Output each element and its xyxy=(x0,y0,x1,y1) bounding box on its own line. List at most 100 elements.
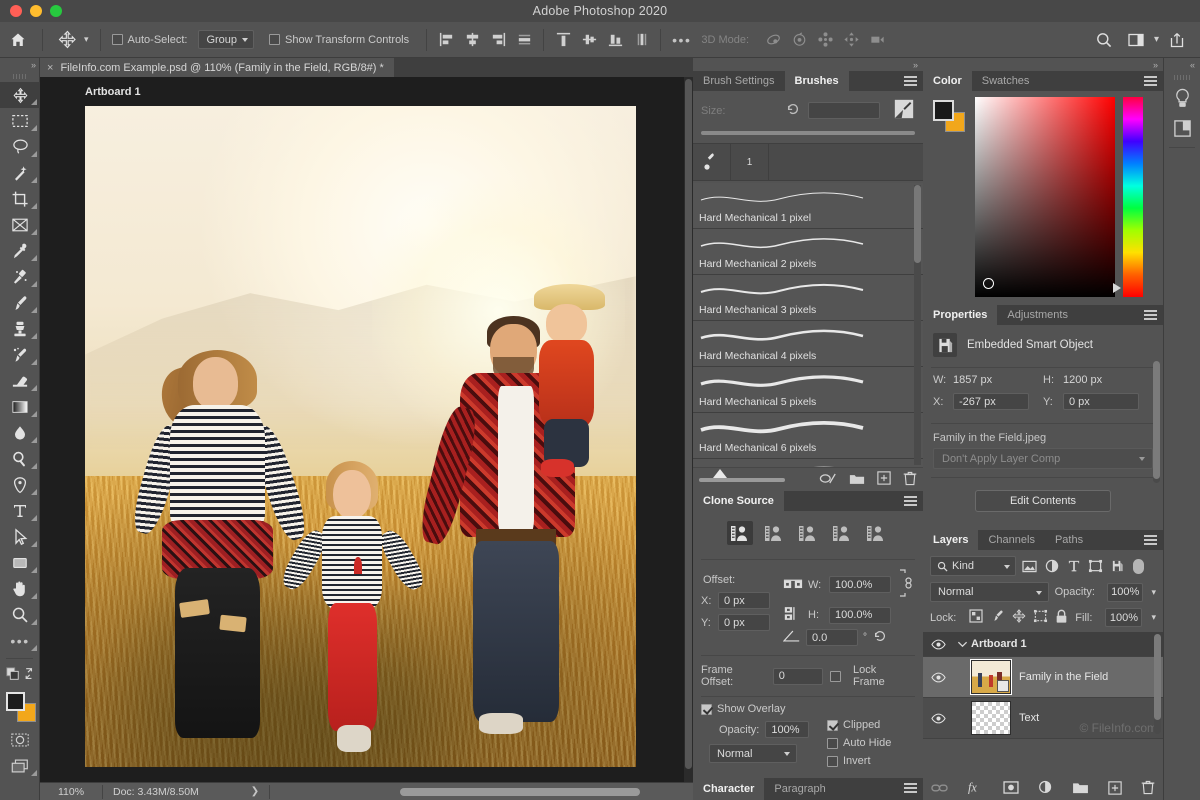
brush-size-input[interactable] xyxy=(808,102,880,119)
magic-wand-tool[interactable] xyxy=(0,160,40,186)
brush-list-scrollbar[interactable] xyxy=(914,185,921,465)
lock-artboard-nesting-icon[interactable] xyxy=(1033,609,1048,626)
flip-horizontal-icon[interactable] xyxy=(783,576,803,594)
search-button[interactable] xyxy=(1091,27,1117,53)
align-right-edges-button[interactable] xyxy=(485,27,511,53)
new-group-icon[interactable] xyxy=(1072,781,1089,797)
list-item[interactable]: Hard Mechanical 6 pixels xyxy=(693,413,923,459)
brush-presets-list[interactable]: Hard Mechanical 1 pixel Hard Mechanical … xyxy=(693,183,923,467)
auto-select-scope-dropdown[interactable]: Group xyxy=(198,30,254,49)
prop-y-input[interactable]: 0 px xyxy=(1063,393,1139,410)
clone-y-input[interactable]: 0 px xyxy=(718,614,770,631)
close-icon[interactable]: × xyxy=(47,62,53,74)
default-colors-button[interactable] xyxy=(0,663,40,685)
color-spectrum-field[interactable] xyxy=(975,97,1115,297)
filter-pixel-icon[interactable] xyxy=(1021,557,1038,575)
pan-3d-icon[interactable] xyxy=(812,27,838,53)
distribute-vertical-button[interactable] xyxy=(628,27,654,53)
align-bottom-edges-button[interactable] xyxy=(602,27,628,53)
fill-input[interactable]: 100% xyxy=(1105,608,1142,627)
lock-image-pixels-icon[interactable] xyxy=(990,609,1005,626)
auto-hide-check[interactable] xyxy=(827,738,838,749)
zoom-tool[interactable] xyxy=(0,602,40,628)
align-vertical-centers-button[interactable] xyxy=(576,27,602,53)
share-button[interactable] xyxy=(1164,27,1190,53)
foreground-background-colors[interactable] xyxy=(0,687,40,727)
panel-menu-icon[interactable] xyxy=(1144,76,1157,86)
layer-thumbnail[interactable] xyxy=(971,660,1011,694)
expand-panels-button[interactable]: « xyxy=(1164,58,1200,71)
tab-color[interactable]: Color xyxy=(923,71,972,91)
active-tool-button[interactable]: ▾ xyxy=(49,22,94,58)
roll-3d-icon[interactable] xyxy=(786,27,812,53)
new-brush-preset-icon[interactable] xyxy=(893,98,915,123)
workspace-dropdown[interactable]: ▾ xyxy=(1149,22,1164,58)
blur-tool[interactable] xyxy=(0,420,40,446)
clone-source-5-button[interactable] xyxy=(863,521,889,545)
distribute-horizontal-button[interactable] xyxy=(511,27,537,53)
pen-tool[interactable] xyxy=(0,472,40,498)
tab-properties[interactable]: Properties xyxy=(923,305,997,325)
frame-tool[interactable] xyxy=(0,212,40,238)
layer-mask-icon[interactable] xyxy=(1003,781,1019,797)
more-tools-button[interactable]: ••• xyxy=(0,628,40,654)
list-item[interactable]: Hard Mechanical 1 pixel xyxy=(693,183,923,229)
layer-style-icon[interactable]: fx xyxy=(967,780,984,798)
delete-icon[interactable] xyxy=(903,471,917,489)
foreground-color-swatch[interactable] xyxy=(933,100,954,121)
table-row[interactable]: Artboard 1 xyxy=(923,632,1163,657)
panel-menu-icon[interactable] xyxy=(1144,310,1157,320)
eyedropper-tool[interactable] xyxy=(0,238,40,264)
rectangular-marquee-tool[interactable] xyxy=(0,108,40,134)
slide-3d-icon[interactable] xyxy=(838,27,864,53)
strip-drag-grip[interactable] xyxy=(1164,71,1200,83)
canvas-area[interactable]: Artboard 1 xyxy=(40,77,693,782)
dodge-tool[interactable] xyxy=(0,446,40,472)
hand-tool[interactable] xyxy=(0,576,40,602)
align-top-edges-button[interactable] xyxy=(550,27,576,53)
reset-transform-icon[interactable] xyxy=(872,629,888,646)
blend-mode-dropdown[interactable]: Normal xyxy=(930,582,1049,602)
move-tool[interactable] xyxy=(0,82,40,108)
table-row[interactable]: Family in the Field xyxy=(923,657,1163,698)
clone-source-1-button[interactable] xyxy=(727,521,753,545)
rectangle-tool[interactable] xyxy=(0,550,40,576)
opacity-stepper-icon[interactable]: ▾ xyxy=(1151,587,1156,598)
tools-drag-grip[interactable] xyxy=(0,71,39,82)
layer-list[interactable]: Artboard 1 Family in the Field xyxy=(923,632,1163,739)
clone-h-input[interactable]: 100.0% xyxy=(829,607,891,624)
clone-w-input[interactable]: 100.0% xyxy=(829,576,891,593)
list-item[interactable]: Hard Mechanical 5 pixels xyxy=(693,367,923,413)
zoom-level-field[interactable]: 110% xyxy=(40,786,102,798)
orbit-3d-icon[interactable] xyxy=(760,27,786,53)
canvas-vertical-scrollbar[interactable] xyxy=(684,77,693,782)
layer-visibility-toggle[interactable] xyxy=(923,639,953,650)
new-layer-icon[interactable] xyxy=(1108,781,1122,798)
layer-comps-icon[interactable] xyxy=(1164,113,1200,143)
document-tab[interactable]: × FileInfo.com Example.psd @ 110% (Famil… xyxy=(40,58,394,77)
prop-x-input[interactable]: -267 px xyxy=(953,393,1029,410)
layer-visibility-toggle[interactable] xyxy=(923,672,953,683)
brush-size-slider[interactable] xyxy=(701,131,915,135)
layer-visibility-toggle[interactable] xyxy=(923,713,953,724)
panel-menu-icon[interactable] xyxy=(904,496,917,506)
tab-paths[interactable]: Paths xyxy=(1045,530,1093,550)
link-icon[interactable] xyxy=(899,568,913,601)
tab-adjustments[interactable]: Adjustments xyxy=(997,305,1078,325)
filter-shape-icon[interactable] xyxy=(1087,557,1104,575)
clone-source-2-button[interactable] xyxy=(761,521,787,545)
tab-brush-settings[interactable]: Brush Settings xyxy=(693,71,785,91)
frame-offset-input[interactable]: 0 xyxy=(773,668,824,685)
status-menu-arrow-icon[interactable]: ❯ xyxy=(251,786,259,797)
new-preset-icon[interactable] xyxy=(877,471,891,488)
lock-transparent-pixels-icon[interactable] xyxy=(969,609,983,626)
clipped-check[interactable] xyxy=(827,720,838,731)
auto-select-check[interactable] xyxy=(112,34,123,45)
reset-brush-icon[interactable] xyxy=(785,102,801,119)
list-item[interactable]: Hard Mechanical 3 pixels xyxy=(693,275,923,321)
filter-type-icon[interactable] xyxy=(1065,557,1082,575)
align-left-edges-button[interactable] xyxy=(433,27,459,53)
history-brush-tool[interactable] xyxy=(0,342,40,368)
table-row[interactable]: Text © FileInfo.com xyxy=(923,698,1163,739)
chevron-down-icon[interactable] xyxy=(953,640,971,648)
